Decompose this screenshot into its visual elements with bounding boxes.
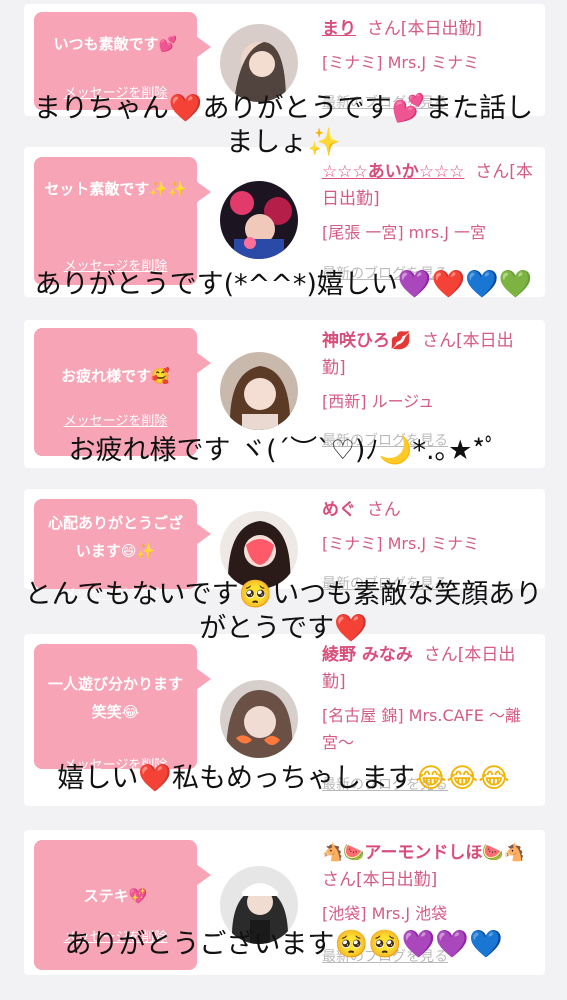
- shop-name: [池袋] Mrs.J 池袋: [322, 904, 448, 923]
- shop-name: [ミナミ] Mrs.J ミナミ: [322, 534, 480, 553]
- message-bubble: 一人遊び分かります笑笑😂 メッセージを削除: [34, 644, 211, 773]
- message-bubble: セット素敵です✨✨ メッセージを削除: [34, 157, 211, 285]
- message-text: 心配ありがとうございます😄✨: [47, 514, 183, 560]
- reply-text: とんでもないです🥺いつも素敵な笑顔あり がとうです❤️: [24, 579, 543, 644]
- avatar[interactable]: [220, 680, 298, 758]
- avatar[interactable]: [220, 181, 298, 259]
- profile-info: めぐ さん [ミナミ] Mrs.J ミナミ: [322, 497, 537, 557]
- avatar[interactable]: [220, 24, 298, 102]
- reply-text: ありがとうございます🥺🥺💜💜💙: [64, 929, 503, 960]
- profile-info: ☆☆☆あいか☆☆☆ さん[本日出勤] [尾張 一宮] mrs.J 一宮: [322, 159, 537, 246]
- message-bubble: 心配ありがとうございます😄✨ メッセージを削除: [34, 499, 211, 602]
- message-text: セット素敵です✨✨: [44, 180, 187, 198]
- profile-status: さん: [366, 500, 401, 520]
- message-card: 心配ありがとうございます😄✨ メッセージを削除 めぐ さん [ミナミ] Mrs.…: [24, 489, 545, 602]
- profile-name-link[interactable]: まり: [322, 19, 356, 39]
- message-text: いつも素敵です💕: [53, 35, 178, 53]
- shop-name: [西新] ルージュ: [322, 392, 435, 411]
- profile-info: 神咲ひろ💋 さん[本日出勤] [西新] ルージュ: [322, 328, 537, 415]
- avatar[interactable]: [220, 352, 298, 430]
- shop-name: [尾張 一宮] mrs.J 一宮: [322, 223, 487, 242]
- message-text: ステキ💖: [83, 887, 148, 905]
- profile-name-link[interactable]: 綾野 みなみ: [322, 645, 413, 665]
- profile-status: さん[本日出勤]: [366, 19, 483, 39]
- profile-status: さん[本日出勤]: [322, 870, 438, 890]
- profile-name-link[interactable]: めぐ: [322, 500, 356, 520]
- message-text: お疲れ様です🥰: [61, 367, 170, 385]
- reply-text: まりちゃん❤️ありがとうです💕また話し ましょ✨: [33, 93, 534, 158]
- reply-text: お疲れ様です ヾ(´︶`♡)ﾉ🌙*.｡★*ﾟ: [68, 435, 499, 466]
- reply-text: ありがとうです(*^^*)嬉しい💜❤️💙💚: [34, 269, 533, 300]
- message-text: 一人遊び分かります笑笑😂: [47, 675, 183, 721]
- profile-name-link[interactable]: 神咲ひろ💋: [322, 331, 411, 351]
- profile-name-link[interactable]: ☆☆☆あいか☆☆☆: [322, 162, 464, 182]
- reply-text: 嬉しい❤️私もめっちゃします😂😂😂: [57, 763, 510, 794]
- profile-info: まり さん[本日出勤] [ミナミ] Mrs.J ミナミ: [322, 16, 537, 76]
- shop-name: [名古屋 錦] Mrs.CAFE 〜離宮〜: [322, 706, 521, 752]
- profile-info: 綾野 みなみ さん[本日出勤] [名古屋 錦] Mrs.CAFE 〜離宮〜: [322, 642, 537, 756]
- shop-name: [ミナミ] Mrs.J ミナミ: [322, 53, 480, 72]
- delete-message-link[interactable]: メッセージを削除: [34, 410, 197, 429]
- profile-name-link[interactable]: 🐴🍉アーモンドしほ🍉🐴: [322, 843, 525, 863]
- profile-info: 🐴🍉アーモンドしほ🍉🐴 さん[本日出勤] [池袋] Mrs.J 池袋: [322, 840, 537, 927]
